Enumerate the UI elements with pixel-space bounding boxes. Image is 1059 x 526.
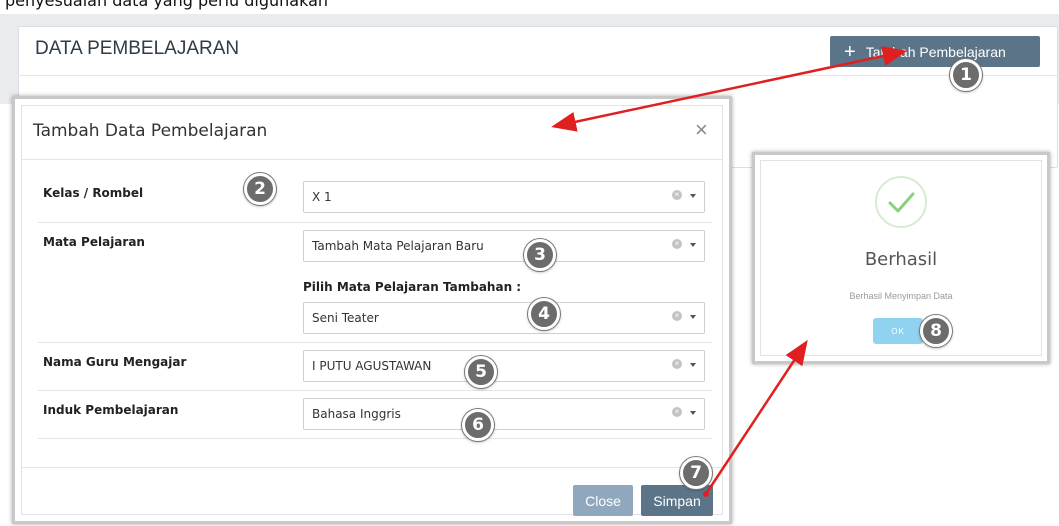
step-badge-5: 5 [465, 356, 497, 388]
chevron-down-icon[interactable] [690, 194, 696, 198]
add-button-label: Tambah Pembelajaran [865, 43, 1006, 60]
divider [21, 467, 723, 468]
guru-value: I PUTU AGUSTAWAN [312, 359, 432, 373]
plus-icon: + [844, 40, 856, 63]
chevron-down-icon[interactable] [690, 363, 696, 367]
chevron-down-icon[interactable] [690, 243, 696, 247]
save-button[interactable]: Simpan [641, 485, 713, 516]
kelas-value: X 1 [312, 190, 332, 204]
step-badge-3: 3 [524, 239, 556, 271]
step-badge-4: 4 [528, 298, 560, 330]
close-icon[interactable]: × [695, 117, 708, 143]
induk-value: Bahasa Inggris [312, 407, 401, 421]
alert-message: Berhasil Menyimpan Data [849, 291, 953, 301]
divider [38, 438, 712, 439]
clear-icon[interactable]: × [672, 407, 682, 417]
ok-button[interactable]: OK [873, 318, 923, 344]
modal-title: Tambah Data Pembelajaran [33, 121, 268, 141]
step-badge-8: 8 [920, 315, 952, 347]
step-badge-7: 7 [680, 457, 712, 489]
induk-select[interactable]: Bahasa Inggris × [303, 398, 705, 430]
top-caption: penyesuaian data yang perlu digunakan [5, 0, 329, 10]
success-alert: Berhasil Berhasil Menyimpan Data OK [752, 152, 1050, 364]
tambahan-value: Seni Teater [312, 311, 379, 325]
add-pembelajaran-modal: Tambah Data Pembelajaran × Kelas / Rombe… [12, 96, 732, 524]
induk-label: Induk Pembelajaran [43, 403, 179, 417]
divider [21, 159, 723, 160]
check-icon [875, 176, 927, 228]
tambahan-select[interactable]: Seni Teater × [303, 302, 705, 334]
add-pembelajaran-button[interactable]: + Tambah Pembelajaran [830, 36, 1040, 67]
divider [38, 342, 712, 343]
chevron-down-icon[interactable] [690, 411, 696, 415]
close-button[interactable]: Close [573, 485, 633, 516]
clear-icon[interactable]: × [672, 239, 682, 249]
mapel-select[interactable]: Tambah Mata Pelajaran Baru × [303, 230, 705, 262]
chevron-down-icon[interactable] [690, 315, 696, 319]
mapel-label: Mata Pelajaran [43, 235, 145, 249]
kelas-label: Kelas / Rombel [43, 186, 144, 200]
clear-icon[interactable]: × [672, 311, 682, 321]
clear-icon[interactable]: × [672, 190, 682, 200]
divider [38, 390, 712, 391]
guru-select[interactable]: I PUTU AGUSTAWAN × [303, 350, 705, 382]
clear-icon[interactable]: × [672, 359, 682, 369]
mapel-value: Tambah Mata Pelajaran Baru [312, 239, 484, 253]
page-title: DATA PEMBELAJARAN [35, 38, 240, 59]
divider [38, 222, 712, 223]
kelas-select[interactable]: X 1 × [303, 181, 705, 213]
step-badge-2: 2 [244, 173, 276, 205]
step-badge-6: 6 [462, 409, 494, 441]
tambahan-label: Pilih Mata Pelajaran Tambahan : [303, 280, 522, 294]
alert-title: Berhasil [864, 249, 938, 270]
step-badge-1: 1 [950, 59, 982, 91]
guru-label: Nama Guru Mengajar [43, 355, 187, 369]
